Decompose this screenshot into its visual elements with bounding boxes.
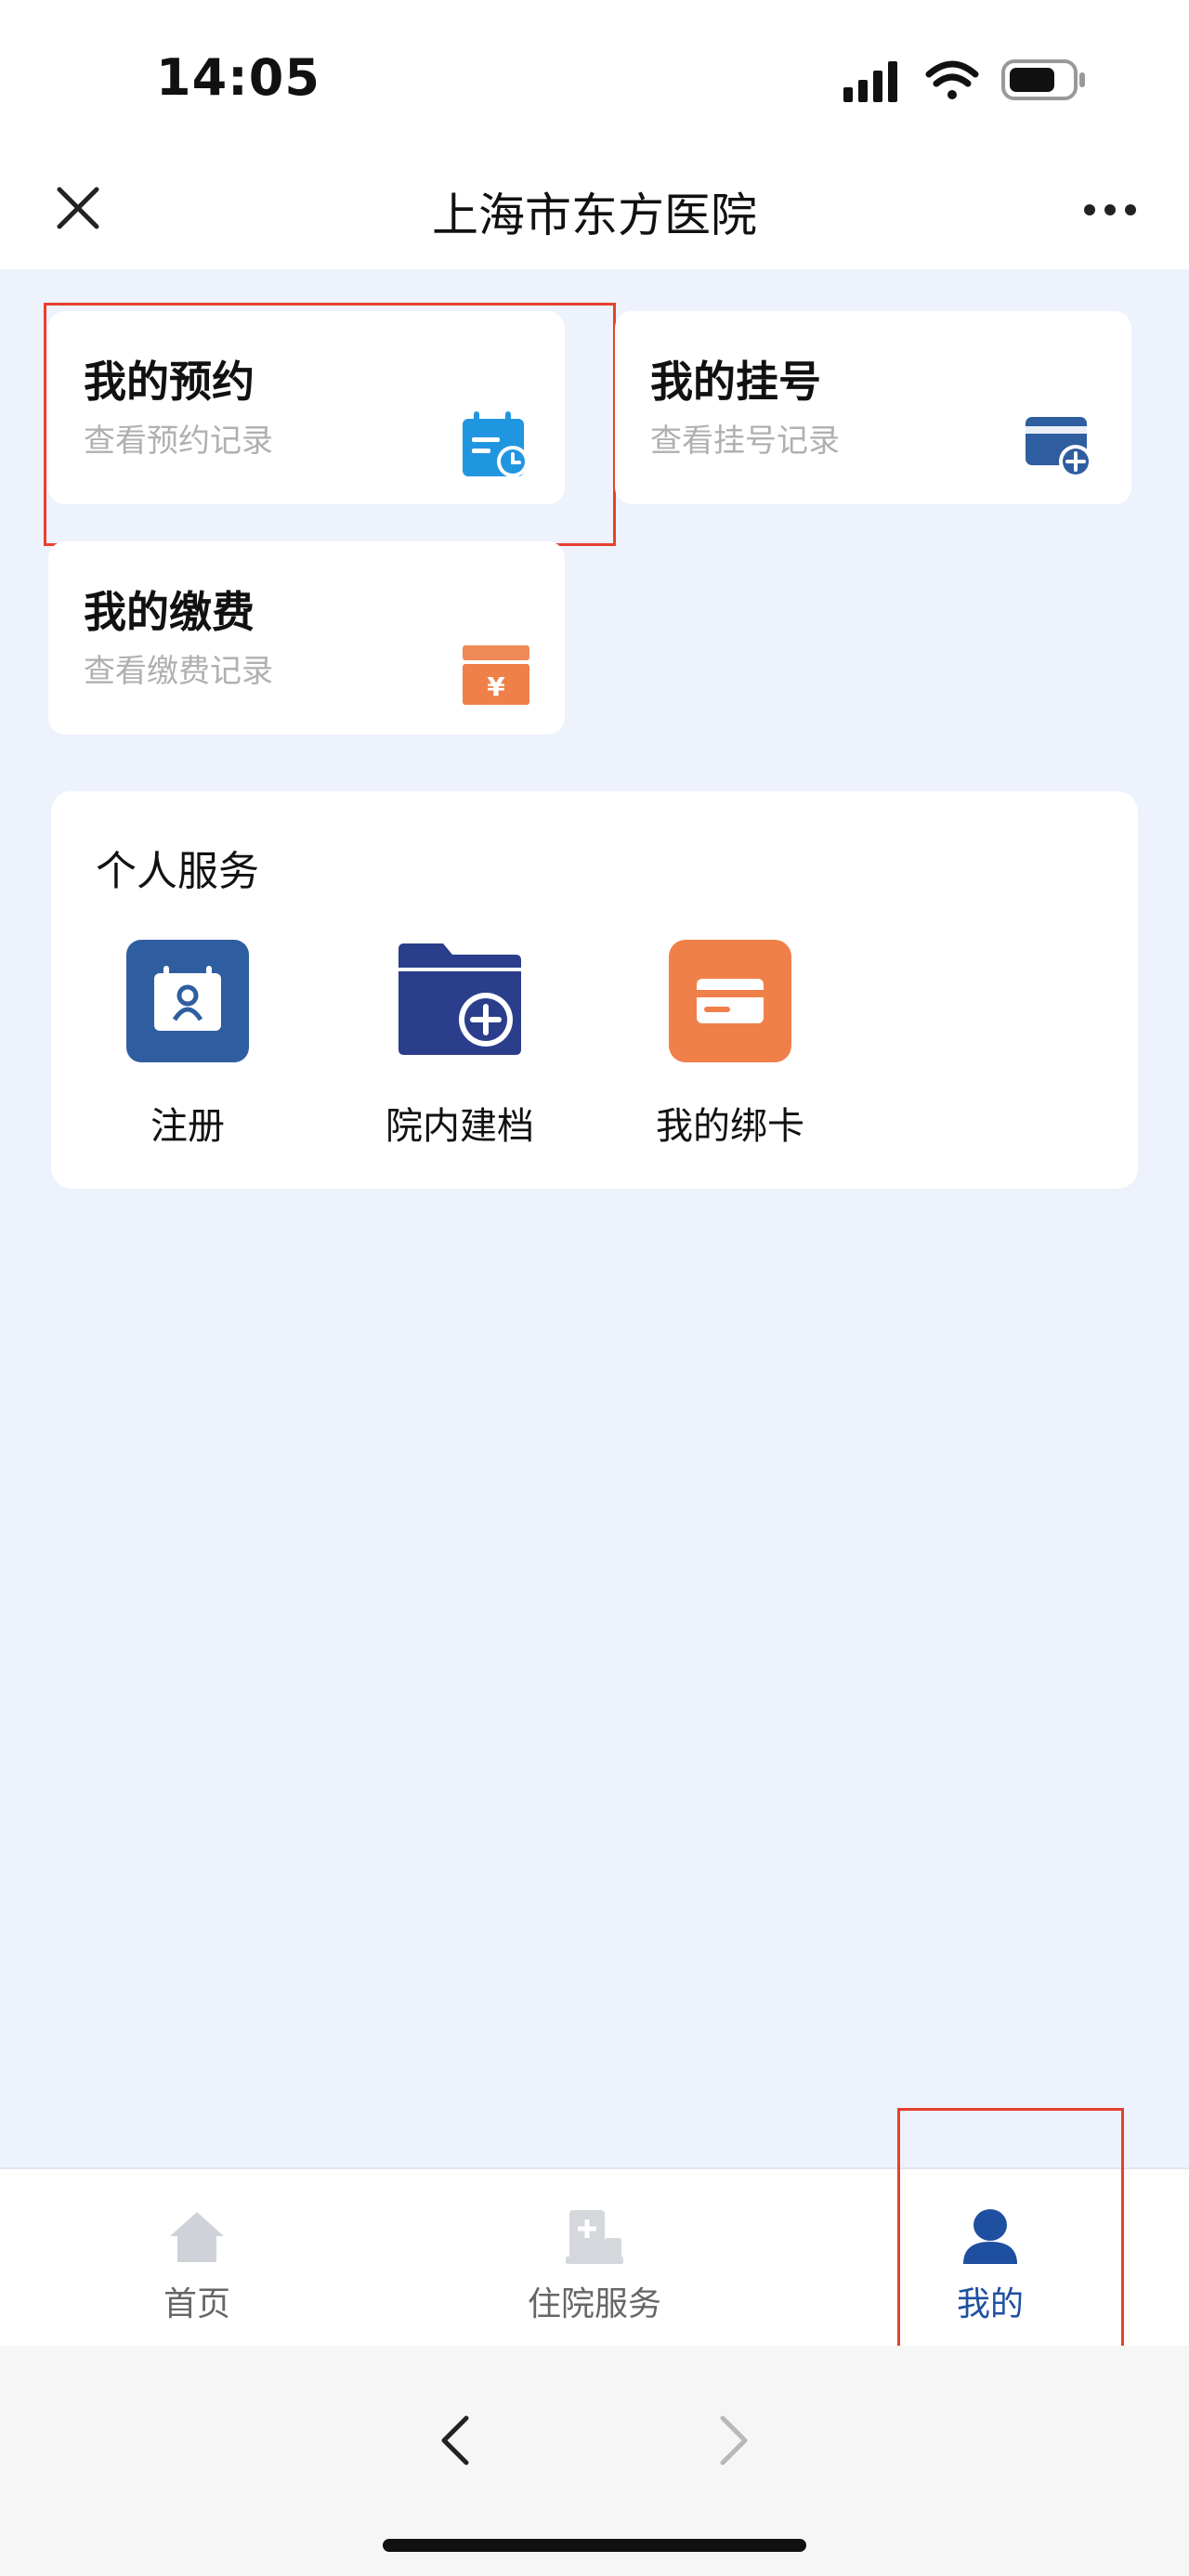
tab-label: 我的 bbox=[956, 2285, 1024, 2323]
tab-inpatient[interactable]: 住院服务 bbox=[474, 2169, 715, 2348]
wifi-icon bbox=[925, 60, 979, 99]
calendar-clock-icon bbox=[463, 411, 529, 477]
status-time: 14:05 bbox=[156, 48, 320, 107]
service-hospital-file[interactable]: 院内建档 bbox=[358, 940, 562, 1163]
home-indicator bbox=[383, 2539, 806, 2552]
service-label: 院内建档 bbox=[385, 1105, 534, 1148]
card-my-payments[interactable]: 我的缴费 查看缴费记录 ¥ bbox=[48, 541, 565, 735]
battery-icon bbox=[1001, 59, 1085, 100]
card-title: 我的预约 bbox=[84, 357, 255, 407]
svg-text:¥: ¥ bbox=[487, 671, 505, 702]
tab-label: 住院服务 bbox=[527, 2285, 661, 2323]
page-title: 上海市东方医院 bbox=[432, 189, 757, 242]
service-register[interactable]: 注册 bbox=[85, 940, 290, 1163]
status-bar: 14:05 bbox=[0, 0, 1189, 158]
status-icons bbox=[843, 59, 1085, 102]
card-subtitle: 查看预约记录 bbox=[84, 423, 273, 460]
card-my-registrations[interactable]: 我的挂号 查看挂号记录 bbox=[615, 311, 1131, 504]
nav-bar: 上海市东方医院 bbox=[0, 158, 1189, 269]
tab-bar: 首页 住院服务 我的 bbox=[0, 2167, 1189, 2346]
more-icon[interactable] bbox=[1082, 202, 1138, 217]
hospital-bed-icon bbox=[566, 2210, 623, 2264]
tab-home[interactable]: 首页 bbox=[76, 2169, 318, 2348]
signal-icon bbox=[843, 61, 897, 102]
service-label: 我的绑卡 bbox=[656, 1105, 804, 1148]
browser-bar bbox=[0, 2346, 1189, 2576]
service-label: 注册 bbox=[150, 1105, 225, 1148]
card-title: 我的缴费 bbox=[84, 587, 255, 637]
section-title: 个人服务 bbox=[96, 848, 259, 895]
service-bind-card[interactable]: 我的绑卡 bbox=[628, 940, 832, 1163]
tab-label: 首页 bbox=[163, 2285, 230, 2323]
forward-arrow-icon[interactable] bbox=[715, 2413, 752, 2468]
register-calendar-icon bbox=[126, 940, 249, 1062]
back-arrow-icon[interactable] bbox=[437, 2413, 474, 2468]
user-icon bbox=[963, 2209, 1017, 2264]
card-add-icon bbox=[1026, 417, 1092, 478]
home-icon bbox=[170, 2212, 224, 2262]
card-subtitle: 查看缴费记录 bbox=[84, 653, 273, 690]
tab-mine[interactable]: 我的 bbox=[869, 2169, 1111, 2348]
card-subtitle: 查看挂号记录 bbox=[650, 423, 840, 460]
bank-card-icon bbox=[669, 940, 791, 1062]
card-title: 我的挂号 bbox=[650, 357, 821, 407]
personal-service-panel: 个人服务 注册 院内建档 我的绑卡 bbox=[51, 791, 1138, 1189]
folder-add-icon bbox=[399, 943, 521, 1055]
card-my-appointments[interactable]: 我的预约 查看预约记录 bbox=[48, 311, 565, 504]
yuan-box-icon: ¥ bbox=[463, 645, 529, 705]
